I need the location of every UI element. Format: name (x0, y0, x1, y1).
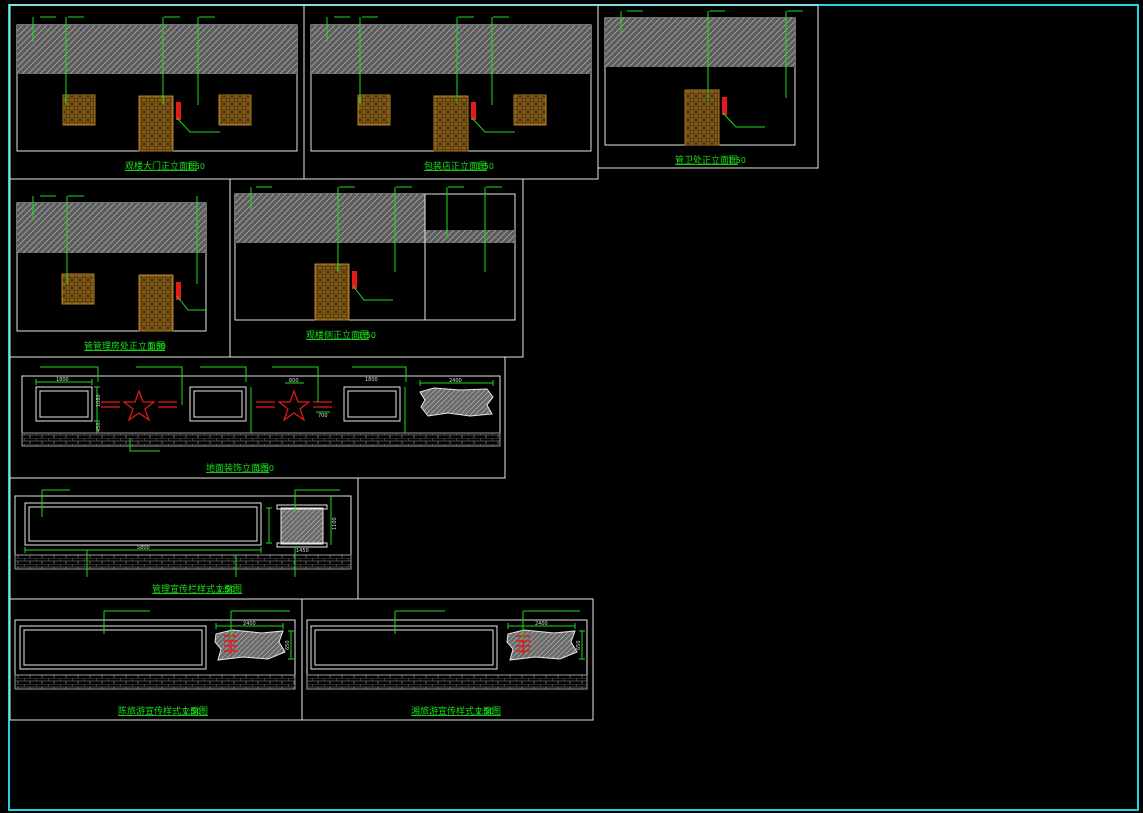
roof-hatch (311, 25, 591, 74)
dim-stone-width: 2400 (243, 621, 256, 627)
panel-main-gate-elevation: 观楼大门正立面图 1:50 (9, 4, 305, 180)
wall-window (343, 386, 401, 422)
panel-packaging-shop-elevation: 包装店正立面图 1:50 (303, 4, 599, 180)
door (314, 263, 350, 321)
brick-base (14, 674, 296, 690)
dim-post: 1450 (296, 548, 309, 554)
roof-hatch-side (425, 230, 515, 243)
panel-scale: 1:50 (187, 162, 205, 171)
door-plaque (722, 97, 727, 115)
dim-height: 1080 (96, 394, 102, 407)
star-ornament (277, 389, 311, 422)
dim-height: 650 (285, 640, 291, 650)
panel-tourism-board-elevation-a: 2400 650 陈旅游宣传样式立面图 1:50 (9, 598, 303, 721)
notice-board (310, 625, 498, 670)
door (138, 274, 174, 332)
roof-hatch (605, 18, 795, 67)
dim-star-width: 600 (289, 378, 299, 384)
door (433, 95, 469, 152)
notice-board (24, 502, 262, 546)
stone-post (280, 507, 324, 545)
wall-window (189, 386, 247, 422)
door-plaque (176, 102, 181, 120)
dim-window-width: 1800 (56, 377, 69, 383)
panel-scale: 1:50 (148, 342, 166, 351)
brick-base (14, 554, 352, 570)
dim-stone-width: 2400 (449, 378, 462, 384)
panel-guard-elevation: 管卫处正立面图 1:50 (597, 4, 819, 169)
brick-base (21, 432, 501, 447)
panel-scale: 1:50 (476, 707, 494, 716)
brick-base (306, 674, 588, 690)
roof-hatch (235, 194, 425, 243)
door (138, 95, 174, 152)
roof-hatch (17, 25, 297, 74)
dim-length: 5800 (137, 545, 150, 551)
roof-hatch (17, 203, 206, 253)
wall-window (35, 386, 93, 422)
decorative-stone (506, 629, 578, 661)
decorative-stone (214, 629, 286, 661)
notice-board (19, 625, 207, 670)
panel-scale: 1:50 (183, 707, 201, 716)
dim-window-width: 1800 (365, 377, 378, 383)
window-right (218, 94, 252, 126)
dim-base: 450 (96, 422, 102, 432)
dim-stone-width: 2400 (535, 621, 548, 627)
dim-side: 700 (318, 413, 328, 419)
star-ornament (122, 389, 156, 422)
panel-tourism-board-elevation-b: 2400 650 湘旅游宣传样式立面图 1:50 (301, 598, 594, 721)
panel-management-room-elevation: 管管理房处正立面图 1:50 (9, 178, 231, 358)
dim-height: 1100 (332, 517, 338, 530)
panel-scale: 1:50 (358, 331, 376, 340)
panel-building-side-elevation: 观楼侧正立面图 1:50 (229, 178, 524, 358)
panel-scale: 1:50 (476, 162, 494, 171)
panel-notice-board-elevation: 5800 1450 1100 管理宣传栏样式立面图 1:50 (9, 477, 359, 600)
window-right (513, 94, 547, 126)
panel-scale: 1:50 (728, 156, 746, 165)
panel-scale: 1:50 (217, 585, 235, 594)
door (684, 89, 720, 146)
door-plaque (471, 102, 476, 120)
window-left (62, 94, 96, 126)
decorative-stone (419, 387, 494, 417)
dim-height: 650 (576, 640, 582, 650)
cad-drawing-sheet: 观楼大门正立面图 1:50 包装店正立面图 1:50 管卫处正立面图 1:50 (8, 4, 1139, 811)
panel-scale: 1:50 (256, 464, 274, 473)
window-left (357, 94, 391, 126)
panel-ground-decoration-elevation: 1800 1800 600 700 2400 1080 450 地面装饰立面图 … (9, 356, 506, 479)
